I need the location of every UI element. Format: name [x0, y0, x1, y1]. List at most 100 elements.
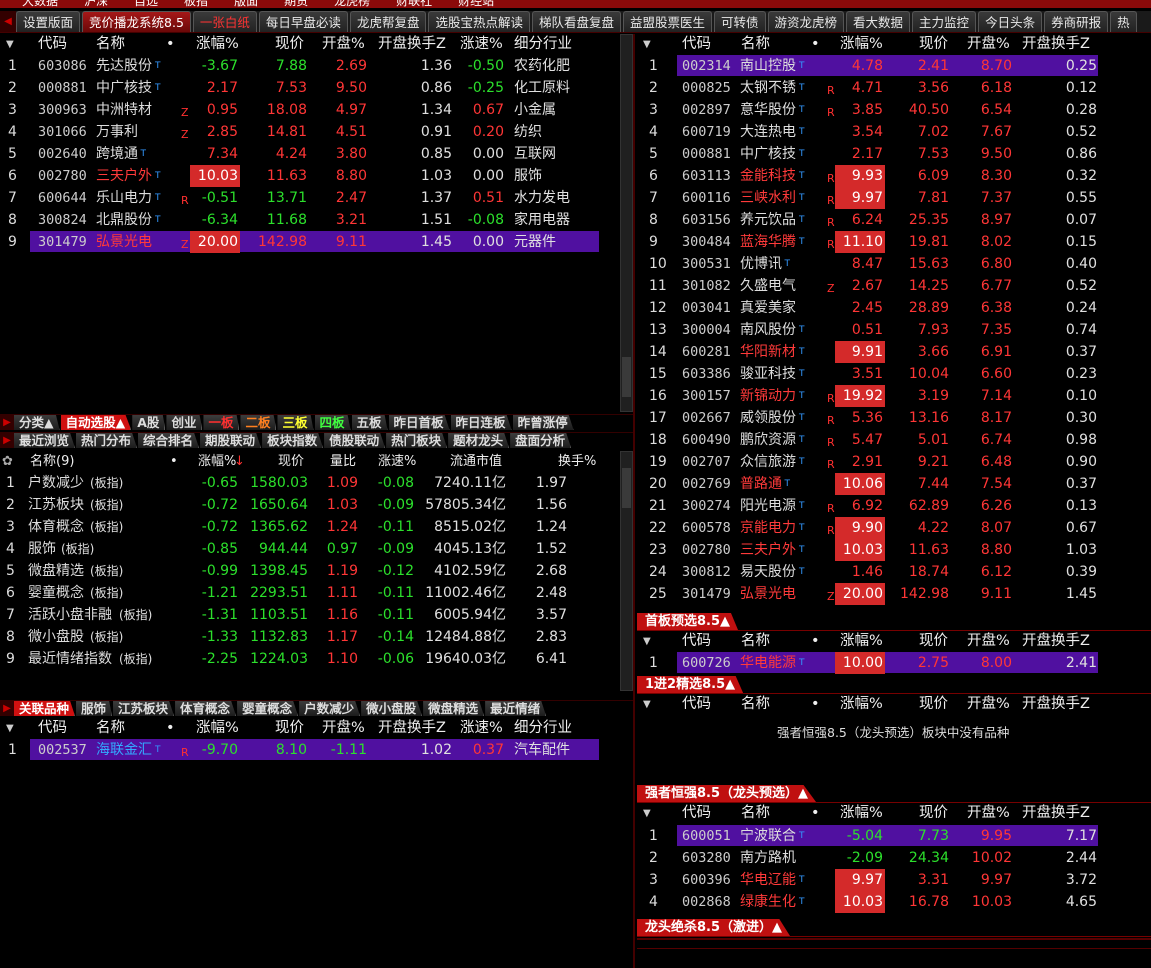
stock-code[interactable]: 002897 [682, 99, 731, 121]
stock-name[interactable]: 先达股份 [96, 55, 152, 77]
section-title[interactable]: 龙头绝杀8.5（激进）▲ [637, 919, 791, 936]
column-header[interactable]: 开盘% [967, 694, 1010, 715]
stock-name[interactable]: 京能电力 [740, 517, 796, 539]
column-header[interactable]: 现价 [919, 631, 948, 652]
table-row[interactable]: 8 603156 养元饮品 T R 6.24 25.35 8.97 0.07 [637, 209, 1099, 231]
stock-name[interactable]: 大连热电 [740, 121, 796, 143]
column-header[interactable]: 涨速% [378, 451, 416, 472]
table-row[interactable]: 5 000881 中广核技 T 2.17 7.53 9.50 0.86 [637, 143, 1099, 165]
stock-code[interactable]: 600644 [38, 187, 87, 209]
column-header[interactable]: • [166, 718, 175, 739]
column-header[interactable]: • [811, 694, 820, 715]
table-row[interactable]: 4 002868 绿康生化 T 10.03 16.78 10.03 4.65 [637, 891, 1099, 913]
column-header[interactable]: 涨速% [460, 718, 503, 739]
table-row[interactable]: 8 300824 北鼎股份 T -6.34 11.68 3.21 1.51 -0.08 家用电器 [0, 209, 600, 231]
menu-item[interactable]: 财联社 [396, 0, 432, 8]
tab-scroll-left-icon[interactable]: ◀ [0, 11, 16, 32]
stock-name[interactable]: 乐山电力 [96, 187, 152, 209]
strip-tab[interactable]: 综合排名 [138, 433, 200, 448]
table-row[interactable]: 1 600726 华电能源 T 10.00 2.75 8.00 2.41 [637, 652, 1099, 674]
stock-name[interactable]: 华阳新材 [740, 341, 796, 363]
column-header[interactable]: 涨幅% [196, 718, 239, 739]
column-header[interactable]: 代码 [682, 34, 711, 55]
strip-tab[interactable]: 体育概念 [175, 701, 237, 716]
strip-tab[interactable]: 服饰 [76, 701, 113, 716]
table-row[interactable]: 2 江苏板块 (板指) -0.72 1650.64 1.03 -0.09 57805.34亿 1… [0, 494, 600, 516]
menu-item[interactable]: 大数据 [22, 0, 58, 8]
column-header[interactable]: • [166, 34, 175, 55]
column-header[interactable]: 开盘换手Z [1022, 631, 1090, 652]
stock-name[interactable]: 久盛电气 [740, 275, 796, 297]
strip-tab[interactable]: 最近情绪 [485, 701, 547, 716]
stock-code[interactable]: 002780 [682, 539, 731, 561]
stock-code[interactable]: 600726 [682, 652, 731, 674]
strip-tab[interactable]: 创业 [166, 415, 203, 430]
table-row[interactable]: 19 002707 众信旅游 T R 2.91 9.21 6.48 0.90 [637, 451, 1099, 473]
sector-name[interactable]: 体育概念 [28, 516, 84, 538]
table-row[interactable]: 9 最近情绪指数 (板指) -2.25 1224.03 1.10 -0.06 19640.03… [0, 648, 600, 670]
strip-tab[interactable]: 自动选股▲ [60, 415, 132, 430]
column-header[interactable]: 量比 [330, 451, 356, 472]
table-row[interactable]: 11 301082 久盛电气 Z 2.67 14.25 6.77 0.52 [637, 275, 1099, 297]
strip-tab[interactable]: 昨日首板 [388, 415, 450, 430]
tab-4[interactable]: 龙虎帮复盘 [349, 11, 427, 32]
stock-name[interactable]: 威领股份 [740, 407, 796, 429]
stock-name[interactable]: 三夫户外 [96, 165, 152, 187]
stock-name[interactable]: 骏亚科技 [740, 363, 796, 385]
table-row[interactable]: 22 600578 京能电力 T R 9.90 4.22 8.07 0.67 [637, 517, 1099, 539]
table-row[interactable]: 14 600281 华阳新材 T 9.91 3.66 6.91 0.37 [637, 341, 1099, 363]
stock-code[interactable]: 002667 [682, 407, 731, 429]
table-row[interactable]: 4 服饰 (板指) -0.85 944.44 0.97 -0.09 4045.13亿 1.52 [0, 538, 600, 560]
table-row[interactable]: 1 603086 先达股份 T -3.67 7.88 2.69 1.36 -0.50 农药化肥 [0, 55, 600, 77]
column-header[interactable]: 开盘换手Z [378, 34, 446, 55]
stock-code[interactable]: 002769 [682, 473, 731, 495]
panel-divider[interactable] [633, 34, 635, 968]
stock-code[interactable]: 002780 [38, 165, 87, 187]
stock-name[interactable]: 弘景光电 [96, 231, 152, 253]
stock-code[interactable]: 600719 [682, 121, 731, 143]
stock-name[interactable]: 阳光电源 [740, 495, 796, 517]
sector-scrollbar[interactable] [620, 451, 633, 691]
table-row[interactable]: 18 600490 鹏欣资源 T R 5.47 5.01 6.74 0.98 [637, 429, 1099, 451]
column-header[interactable]: 开盘换手Z [1022, 34, 1090, 55]
table-row[interactable]: 13 300004 南风股份 T 0.51 7.93 7.35 0.74 [637, 319, 1099, 341]
column-header[interactable]: 现价 [919, 803, 948, 824]
sort-caret-icon[interactable]: ▼ [6, 718, 14, 739]
stock-name[interactable]: 三峡水利 [740, 187, 796, 209]
table-row[interactable]: 3 体育概念 (板指) -0.72 1365.62 1.24 -0.11 8515.02亿 1.… [0, 516, 600, 538]
table-row[interactable]: 24 300812 易天股份 T 1.46 18.74 6.12 0.39 [637, 561, 1099, 583]
table-row[interactable]: 6 婴童概念 (板指) -1.21 2293.51 1.11 -0.11 11002.46亿 2… [0, 582, 600, 604]
column-header[interactable]: 现价 [919, 694, 948, 715]
column-header[interactable]: 名称 [96, 718, 125, 739]
strip-tab[interactable]: 债股联动 [324, 433, 386, 448]
stock-name[interactable]: 意华股份 [740, 99, 796, 121]
stock-code[interactable]: 600396 [682, 869, 731, 891]
sort-caret-icon[interactable]: ▼ [643, 694, 651, 715]
menu-item[interactable]: 版面 [234, 0, 258, 8]
strong-section[interactable]: 强者恒强8.5（龙头预选）▲ [637, 785, 1151, 803]
stock-code[interactable]: 000881 [38, 77, 87, 99]
sector-name[interactable]: 微小盘股 [28, 626, 84, 648]
tab-1[interactable]: 竞价播龙系统8.5 [82, 11, 191, 32]
column-header[interactable]: 细分行业 [514, 718, 572, 739]
stock-code[interactable]: 600116 [682, 187, 731, 209]
column-header[interactable]: 涨幅% [196, 34, 239, 55]
stock-name[interactable]: 万事利 [96, 121, 138, 143]
menu-item[interactable]: 板指 [184, 0, 208, 8]
menu-item[interactable]: 自选 [134, 0, 158, 8]
strip-tab[interactable]: 热门分布 [76, 433, 138, 448]
stock-name[interactable]: 弘景光电 [740, 583, 796, 605]
stock-code[interactable]: 300157 [682, 385, 731, 407]
tab-0[interactable]: 设置版面 [16, 11, 81, 32]
table-row[interactable]: 15 603386 骏亚科技 T 3.51 10.04 6.60 0.23 [637, 363, 1099, 385]
strip-tab[interactable]: 一板 [203, 415, 240, 430]
strip-tab[interactable]: 微小盘股 [361, 701, 423, 716]
column-header[interactable]: 现价 [278, 451, 304, 472]
sort-caret-icon[interactable]: ▼ [643, 34, 651, 55]
stock-name[interactable]: 中广核技 [740, 143, 796, 165]
one-to-two-section[interactable]: 1进2精选8.5▲ [637, 676, 1151, 694]
strip-tab[interactable]: 分类▲ [14, 415, 60, 430]
stock-code[interactable]: 002707 [682, 451, 731, 473]
stock-code[interactable]: 603386 [682, 363, 731, 385]
stock-name[interactable]: 新锦动力 [740, 385, 796, 407]
